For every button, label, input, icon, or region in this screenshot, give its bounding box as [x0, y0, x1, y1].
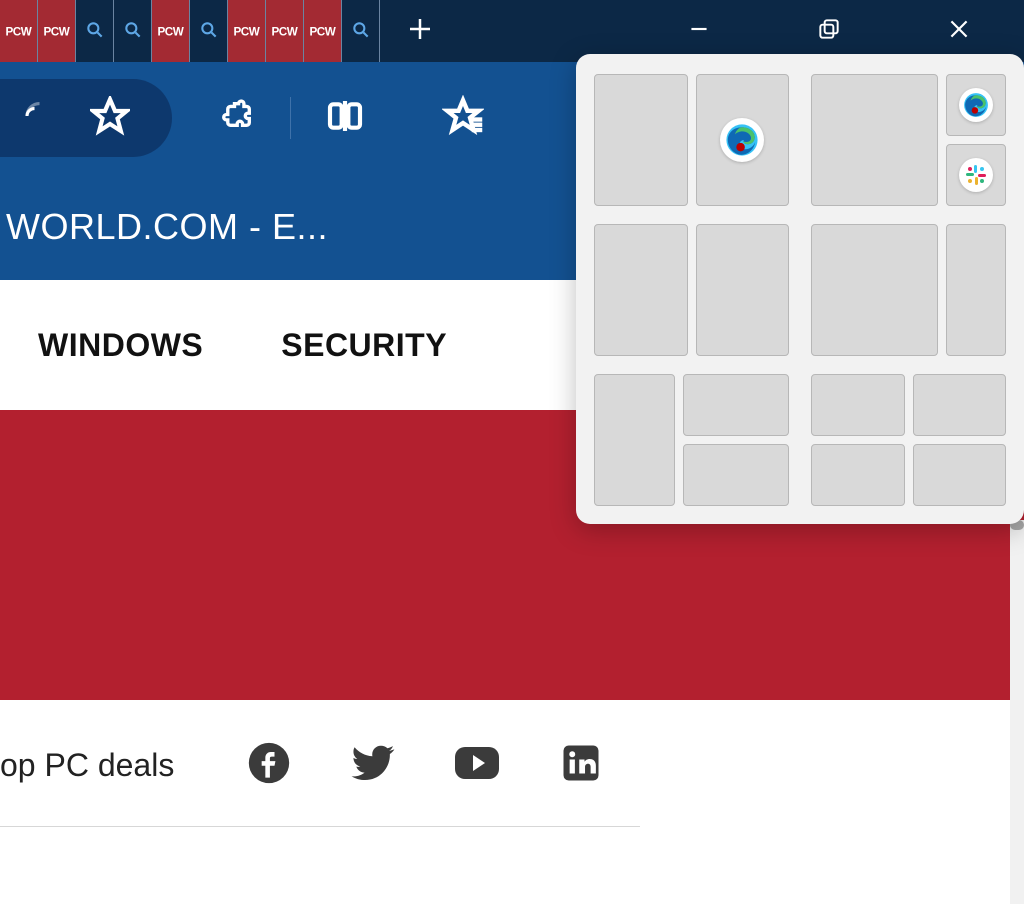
snap-zone[interactable] [811, 374, 905, 436]
window-controls [634, 0, 1024, 62]
edge-icon [959, 88, 993, 122]
tab-search[interactable] [342, 0, 380, 62]
maximize-button[interactable] [764, 0, 894, 62]
page-title: WORLD.COM - E... [6, 206, 328, 248]
puzzle-icon [217, 97, 255, 140]
snap-zone[interactable] [811, 444, 905, 506]
titlebar: PCW PCW PCW PCW PCW PCW [0, 0, 1024, 62]
minimize-button[interactable] [634, 0, 764, 62]
snap-layouts-flyout [576, 54, 1024, 524]
star-add-icon [442, 95, 484, 142]
scrollbar-track[interactable] [1010, 520, 1024, 904]
tab-pcw[interactable]: PCW [38, 0, 76, 62]
close-icon [946, 16, 972, 47]
social-links [246, 742, 604, 788]
snap-zone[interactable] [811, 224, 938, 356]
tab-label: PCW [158, 24, 184, 38]
snap-zone[interactable] [913, 444, 1007, 506]
search-icon [123, 20, 143, 43]
tab-label: PCW [272, 24, 298, 38]
snap-layout-option[interactable] [811, 74, 1006, 206]
tab-pcw[interactable]: PCW [152, 0, 190, 62]
extensions-button[interactable] [212, 94, 260, 142]
close-button[interactable] [894, 0, 1024, 62]
nav-item-windows[interactable]: WINDOWS [38, 327, 203, 364]
star-filled-icon [90, 96, 130, 141]
search-icon [85, 20, 105, 43]
tab-pcw[interactable]: PCW [304, 0, 342, 62]
snap-zone[interactable] [946, 74, 1006, 136]
footer-divider [0, 826, 640, 827]
facebook-icon [247, 741, 291, 790]
tab-search[interactable] [114, 0, 152, 62]
linkedin-icon [560, 742, 602, 789]
plus-icon [405, 14, 435, 49]
add-favorite-button[interactable] [439, 94, 487, 142]
linkedin-link[interactable] [558, 742, 604, 788]
tab-pcw[interactable]: PCW [0, 0, 38, 62]
youtube-link[interactable] [454, 742, 500, 788]
search-icon [199, 20, 219, 43]
snap-layout-option[interactable] [594, 374, 789, 506]
snap-zone[interactable] [696, 74, 790, 206]
twitter-link[interactable] [350, 742, 396, 788]
snap-layout-option[interactable] [594, 74, 789, 206]
snap-zone[interactable] [946, 144, 1006, 206]
edge-icon [720, 118, 764, 162]
sound-icon [22, 101, 52, 136]
split-screen-icon [325, 96, 365, 141]
search-icon [351, 20, 371, 43]
footer-bar: op PC deals [0, 700, 1024, 830]
snap-zone[interactable] [594, 374, 675, 506]
tab-pcw[interactable]: PCW [266, 0, 304, 62]
deals-link[interactable]: op PC deals [0, 747, 174, 784]
snap-zone[interactable] [696, 224, 790, 356]
snap-zone[interactable] [811, 74, 938, 206]
tab-label: PCW [234, 24, 260, 38]
youtube-icon [453, 743, 501, 788]
snap-layout-option[interactable] [811, 374, 1006, 506]
snap-zone[interactable] [683, 374, 789, 436]
snap-layout-option[interactable] [594, 224, 789, 356]
snap-zone[interactable] [594, 224, 688, 356]
tab-strip: PCW PCW PCW PCW PCW PCW [0, 0, 380, 62]
tab-search[interactable] [190, 0, 228, 62]
tab-pcw[interactable]: PCW [228, 0, 266, 62]
tab-label: PCW [310, 24, 336, 38]
slack-icon [959, 158, 993, 192]
tab-label: PCW [6, 24, 32, 38]
nav-item-security[interactable]: SECURITY [281, 327, 447, 364]
maximize-icon [816, 16, 842, 47]
toolbar-divider [290, 97, 291, 139]
new-tab-button[interactable] [380, 0, 460, 62]
twitter-icon [350, 740, 396, 791]
favorites-pill[interactable] [0, 79, 172, 157]
snap-zone[interactable] [946, 224, 1006, 356]
snap-zone[interactable] [594, 74, 688, 206]
tab-search[interactable] [76, 0, 114, 62]
snap-zone[interactable] [683, 444, 789, 506]
facebook-link[interactable] [246, 742, 292, 788]
minimize-icon [686, 16, 712, 47]
split-screen-button[interactable] [321, 94, 369, 142]
snap-zone[interactable] [913, 374, 1007, 436]
tab-label: PCW [44, 24, 70, 38]
snap-layout-option[interactable] [811, 224, 1006, 356]
